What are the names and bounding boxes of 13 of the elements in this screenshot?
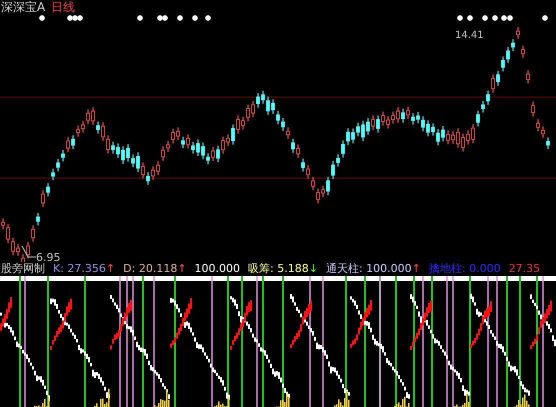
stock-name: 深深宝A [1,0,46,14]
indicator-reading: K: 27.356↑ [53,262,116,276]
indicator-reading: 27.35 [508,262,540,276]
indicator-reading: 通天柱: 100.000↑ [326,262,421,276]
indicator-name: 股旁网制 [1,262,45,276]
indicator-reading: 擒地柱: 0.000 [428,262,501,276]
indicator-reading: 100.000 [194,262,240,276]
high-price-label: 14.41 [455,30,484,41]
period-label: 日线 [51,0,76,14]
indicator-reading: D: 20.118↑ [123,262,187,276]
low-price-leader [22,246,36,258]
low-price-label: 6.95 [36,251,60,262]
indicator-reading: 吸筹: 5.188↓ [248,262,318,276]
